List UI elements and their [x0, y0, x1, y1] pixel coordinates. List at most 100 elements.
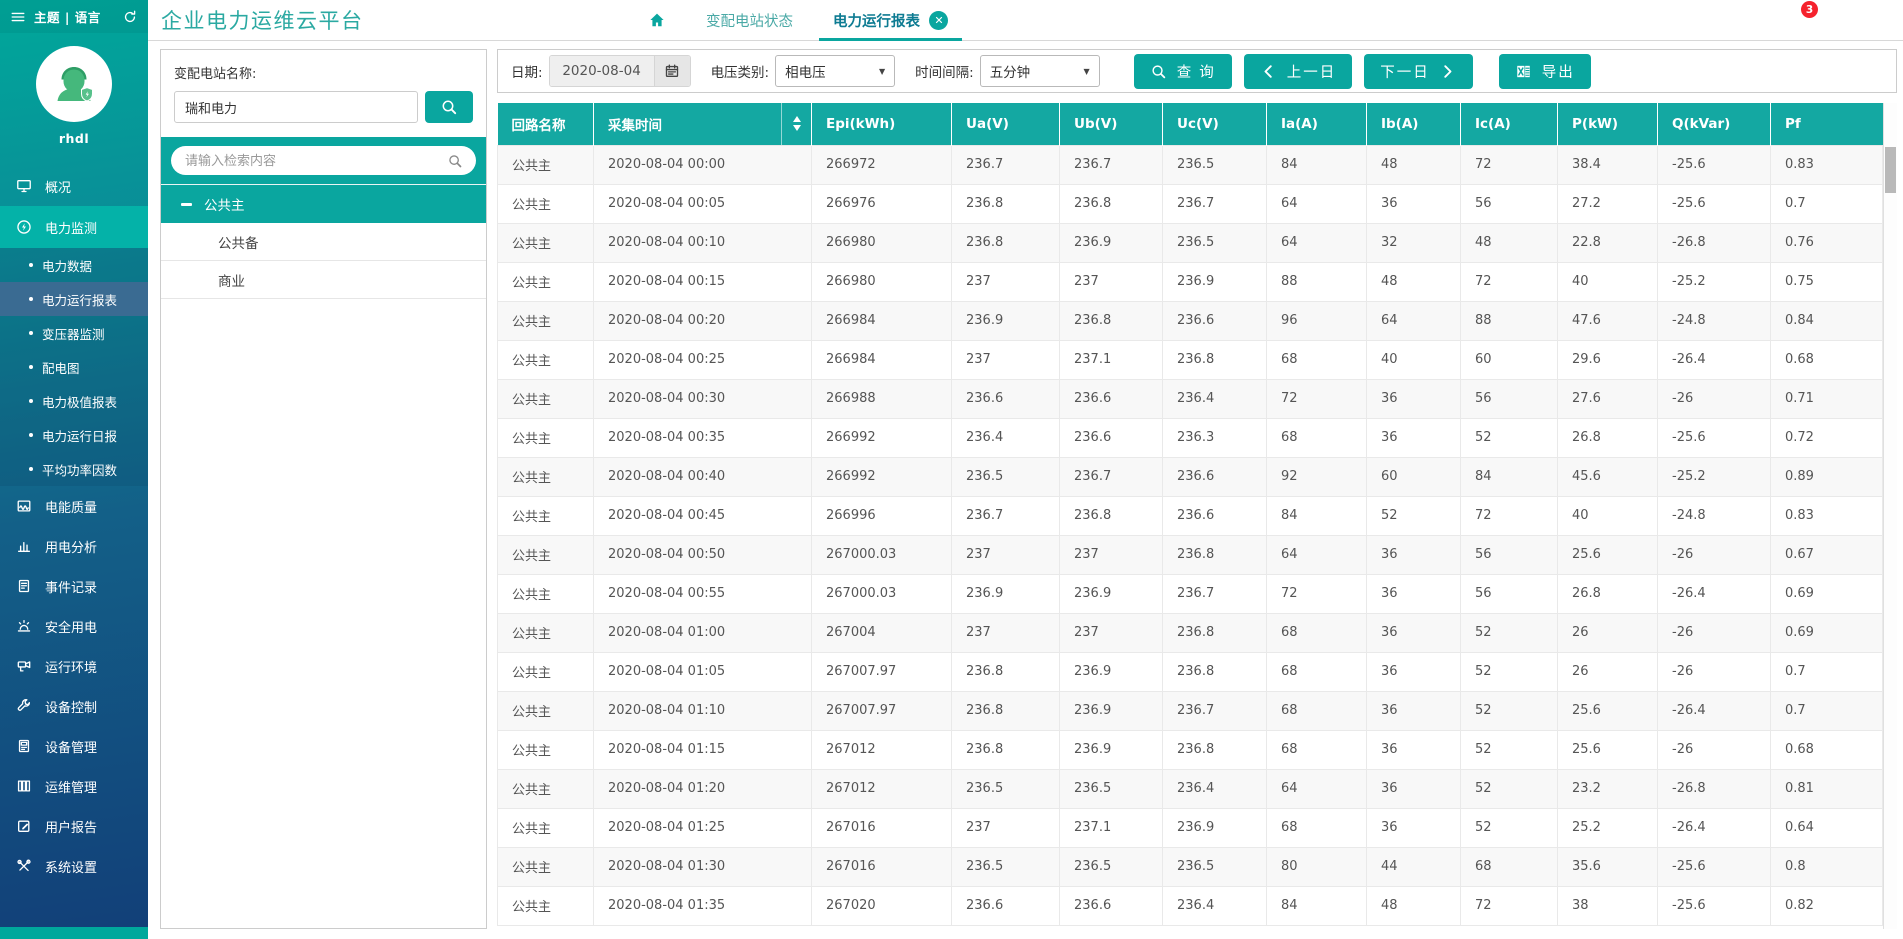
table-row-6[interactable]: 公共主2020-08-04 00:30266988236.6236.6236.4…: [498, 379, 1883, 418]
sidebar-item-13[interactable]: 运行环境: [0, 646, 148, 686]
tab-label: 电力运行报表: [833, 10, 920, 31]
query-toolbar: 日期: 2020-08-04 电压类别: 相电压 ▼ 时间间隔: 五分钟: [497, 49, 1897, 93]
table-cell: 2020-08-04 00:05: [594, 184, 812, 223]
sidebar-item-9[interactable]: 电能质量: [0, 486, 148, 526]
sidebar-item-11[interactable]: 事件记录: [0, 566, 148, 606]
station-name-input[interactable]: [174, 91, 418, 123]
table-cell: 40: [1367, 340, 1461, 379]
table-cell: 68: [1267, 340, 1367, 379]
scrollbar-thumb[interactable]: [1885, 147, 1896, 193]
sidebar-item-10[interactable]: 用电分析: [0, 526, 148, 566]
table-cell: 236.9: [1060, 652, 1163, 691]
submenu-item-2[interactable]: 电力数据: [0, 248, 148, 282]
submenu-item-5[interactable]: 配电图: [0, 350, 148, 384]
table-row-18[interactable]: 公共主2020-08-04 01:30267016236.5236.5236.5…: [498, 847, 1883, 886]
submenu-item-3[interactable]: 电力运行报表: [0, 282, 148, 316]
table-cell: 56: [1461, 535, 1558, 574]
tab-close-icon[interactable]: [929, 11, 948, 30]
sort-icon[interactable]: [781, 103, 811, 145]
table-row-3[interactable]: 公共主2020-08-04 00:15266980237237236.98848…: [498, 262, 1883, 301]
menu-item-label: 电力极值报表: [42, 392, 117, 411]
tree-node-2[interactable]: 商业: [161, 261, 486, 299]
sidebar-item-1[interactable]: 电力监测: [0, 206, 148, 248]
tree-search-icon[interactable]: [446, 152, 464, 170]
collapse-icon[interactable]: [181, 203, 192, 206]
date-value[interactable]: 2020-08-04: [550, 56, 654, 86]
theme-language-link[interactable]: 主题 | 语言: [34, 7, 101, 26]
submenu-item-6[interactable]: 电力极值报表: [0, 384, 148, 418]
tab-0[interactable]: 变配电站状态: [706, 0, 793, 40]
table-cell: 88: [1267, 262, 1367, 301]
table-cell: 237: [1060, 613, 1163, 652]
query-button[interactable]: 查 询: [1134, 54, 1232, 89]
menu-item-label: 配电图: [42, 358, 80, 377]
table-cell: 36: [1367, 730, 1461, 769]
table-cell: 25.6: [1558, 691, 1658, 730]
sidebar-item-16[interactable]: 运维管理: [0, 766, 148, 806]
submenu-item-7[interactable]: 电力运行日报: [0, 418, 148, 452]
table-row-12[interactable]: 公共主2020-08-04 01:00267004237237236.86836…: [498, 613, 1883, 652]
table-row-10[interactable]: 公共主2020-08-04 00:50267000.03237237236.86…: [498, 535, 1883, 574]
station-search-row: [161, 91, 486, 137]
table-row-11[interactable]: 公共主2020-08-04 00:55267000.03236.9236.923…: [498, 574, 1883, 613]
station-panel: 变配电站名称: 公共主公共备商业: [160, 49, 487, 929]
vertical-scrollbar[interactable]: [1883, 103, 1897, 929]
menu-item-label: 事件记录: [45, 577, 97, 596]
table-cell: 92: [1267, 457, 1367, 496]
next-day-button[interactable]: 下一日: [1364, 54, 1473, 89]
table-row-7[interactable]: 公共主2020-08-04 00:35266992236.4236.6236.3…: [498, 418, 1883, 457]
table-cell: 68: [1267, 808, 1367, 847]
header-icons: 3: [1791, 0, 1873, 40]
voltage-type-label: 电压类别:: [711, 61, 770, 81]
table-cell: 0.8: [1771, 847, 1883, 886]
table-cell: 236.9: [952, 301, 1060, 340]
notification-bell-icon[interactable]: 3: [1791, 7, 1809, 33]
table-cell: 52: [1461, 652, 1558, 691]
table-cell: 266988: [812, 379, 952, 418]
station-search-button[interactable]: [425, 91, 473, 123]
calendar-button[interactable]: [654, 56, 690, 86]
table-cell: 267000.03: [812, 535, 952, 574]
table-row-1[interactable]: 公共主2020-08-04 00:05266976236.8236.8236.7…: [498, 184, 1883, 223]
table-row-14[interactable]: 公共主2020-08-04 01:10267007.97236.8236.923…: [498, 691, 1883, 730]
sidebar-item-15[interactable]: 设备管理: [0, 726, 148, 766]
table-row-17[interactable]: 公共主2020-08-04 01:25267016237237.1236.968…: [498, 808, 1883, 847]
sidebar-item-18[interactable]: 系统设置: [0, 846, 148, 886]
logout-power-icon[interactable]: [1855, 7, 1873, 33]
table-row-4[interactable]: 公共主2020-08-04 00:20266984236.9236.8236.6…: [498, 301, 1883, 340]
refresh-icon[interactable]: [121, 8, 139, 26]
tab-1[interactable]: 电力运行报表: [833, 0, 948, 40]
sidebar-item-0[interactable]: 概况: [0, 166, 148, 206]
prev-day-button[interactable]: 上一日: [1244, 54, 1353, 89]
avatar[interactable]: [36, 46, 112, 122]
table-row-0[interactable]: 公共主2020-08-04 00:00266972236.7236.7236.5…: [498, 145, 1883, 184]
submenu-item-4[interactable]: 变压器监测: [0, 316, 148, 350]
table-cell: 236.4: [1163, 886, 1267, 925]
table-row-19[interactable]: 公共主2020-08-04 01:35267020236.6236.6236.4…: [498, 886, 1883, 925]
voltage-type-select[interactable]: 相电压 ▼: [775, 55, 895, 87]
table-row-16[interactable]: 公共主2020-08-04 01:20267012236.5236.5236.4…: [498, 769, 1883, 808]
column-header-1[interactable]: 采集时间: [594, 103, 812, 145]
sidebar-item-14[interactable]: 设备控制: [0, 686, 148, 726]
table-cell: 237: [952, 808, 1060, 847]
table-cell: 公共主: [498, 457, 594, 496]
sidebar-item-12[interactable]: 安全用电: [0, 606, 148, 646]
home-icon[interactable]: [648, 11, 666, 29]
tree-search-input[interactable]: [183, 152, 438, 169]
table-row-8[interactable]: 公共主2020-08-04 00:40266992236.5236.7236.6…: [498, 457, 1883, 496]
interval-select[interactable]: 五分钟 ▼: [980, 55, 1100, 87]
table-row-15[interactable]: 公共主2020-08-04 01:15267012236.8236.9236.8…: [498, 730, 1883, 769]
export-button[interactable]: 导出: [1499, 54, 1591, 89]
sidebar-item-17[interactable]: 用户报告: [0, 806, 148, 846]
table-cell: 236.8: [952, 691, 1060, 730]
table-row-9[interactable]: 公共主2020-08-04 00:45266996236.7236.8236.6…: [498, 496, 1883, 535]
tree-node-1[interactable]: 公共备: [161, 223, 486, 261]
tree-node-0[interactable]: 公共主: [161, 185, 486, 223]
table-cell: 266972: [812, 145, 952, 184]
hamburger-menu-icon[interactable]: [9, 8, 27, 26]
table-row-13[interactable]: 公共主2020-08-04 01:05267007.97236.8236.923…: [498, 652, 1883, 691]
submenu-item-8[interactable]: 平均功率因数: [0, 452, 148, 486]
table-row-5[interactable]: 公共主2020-08-04 00:25266984237237.1236.868…: [498, 340, 1883, 379]
table-row-2[interactable]: 公共主2020-08-04 00:10266980236.8236.9236.5…: [498, 223, 1883, 262]
table-cell: 公共主: [498, 496, 594, 535]
